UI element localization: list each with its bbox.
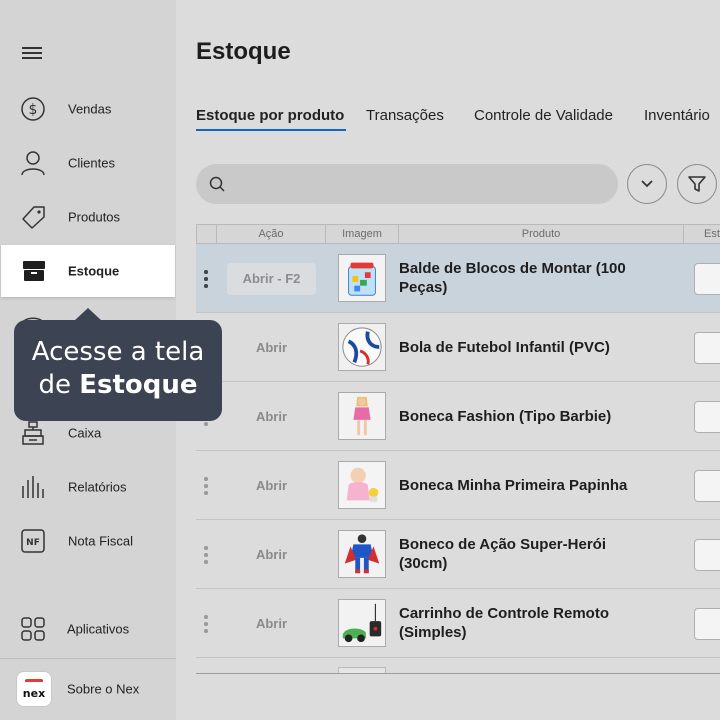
table-row[interactable]: Abrir - F2 Balde de Blocos de Montar (10…: [196, 244, 720, 313]
open-button[interactable]: Abrir: [227, 539, 316, 571]
table-bottom-border: [196, 673, 720, 674]
sidebar-item-produtos[interactable]: Produtos: [0, 190, 176, 244]
tooltip-line-2: de Estoque: [14, 369, 222, 401]
drag-handle-icon[interactable]: [203, 546, 209, 564]
product-image: [338, 461, 386, 509]
search-input[interactable]: [236, 172, 606, 196]
sidebar-item-vendas[interactable]: $ Vendas: [0, 82, 176, 136]
apps-grid-icon: [21, 617, 45, 641]
product-image: [338, 530, 386, 578]
filter-icon: [688, 176, 706, 192]
sidebar-item-label: Sobre o Nex: [67, 681, 140, 697]
dollar-icon: $: [21, 97, 45, 121]
onboarding-tooltip: Acesse a tela de Estoque: [14, 308, 222, 421]
menu-icon[interactable]: [22, 44, 44, 62]
product-image: [338, 323, 386, 371]
svg-text:$: $: [29, 102, 38, 118]
active-tab-indicator: [196, 129, 346, 131]
product-image: [338, 392, 386, 440]
filter-button[interactable]: [677, 164, 717, 204]
sidebar-item-label: Nota Fiscal: [68, 533, 134, 549]
sidebar-item-label: Vendas: [68, 101, 112, 117]
product-name[interactable]: Boneca Fashion (Tipo Barbie): [399, 382, 649, 450]
sidebar-item-label: Estoque: [68, 263, 120, 279]
open-button[interactable]: Abrir - F2: [227, 263, 316, 295]
nf-icon-text: NF: [26, 538, 40, 548]
box-icon: [23, 261, 45, 281]
cash-register-icon: [22, 421, 44, 445]
product-name[interactable]: Balde de Blocos de Montar (100 Peças): [399, 244, 649, 312]
column-header-imagem[interactable]: Imagem: [326, 225, 399, 243]
stock-field[interactable]: [694, 332, 720, 364]
sidebar-item-label: Clientes: [68, 155, 115, 171]
column-header-estoque[interactable]: Est: [684, 225, 720, 243]
open-button[interactable]: Abrir: [227, 470, 316, 502]
drag-handle-icon[interactable]: [203, 477, 209, 495]
tag-icon: [22, 206, 45, 229]
table-row[interactable]: Abrir Bola de Futebol Infantil (PVC): [196, 313, 720, 382]
product-name[interactable]: Bola de Futebol Infantil (PVC): [399, 313, 649, 381]
stock-field[interactable]: [694, 401, 720, 433]
open-button[interactable]: Abrir: [227, 608, 316, 640]
tab-controle-de-validade[interactable]: Controle de Validade: [474, 107, 613, 124]
search-bar[interactable]: [196, 164, 618, 204]
chevron-down-icon: [641, 180, 653, 188]
main-content: Estoque Estoque por produto Transações C…: [176, 0, 720, 720]
user-icon: [21, 151, 45, 176]
sidebar-item-nota-fiscal[interactable]: NF Nota Fiscal: [0, 514, 176, 568]
product-image: [338, 254, 386, 302]
tooltip-arrow: [74, 308, 102, 321]
table-row[interactable]: Abrir Boneco de Ação Super-Herói (30cm): [196, 520, 720, 589]
tab-estoque-por-produto[interactable]: Estoque por produto: [196, 107, 344, 124]
tab-transacoes[interactable]: Transações: [366, 107, 444, 124]
product-image: [338, 599, 386, 647]
page-title: Estoque: [196, 38, 291, 65]
sidebar-item-label: Aplicativos: [67, 621, 130, 637]
sidebar-item-aplicativos[interactable]: Aplicativos: [0, 602, 176, 656]
column-header-produto[interactable]: Produto: [399, 225, 684, 243]
table-row[interactable]: Abrir Carrinho de Controle Remoto (Simpl…: [196, 589, 720, 658]
column-header-drag: [197, 225, 217, 243]
sidebar-divider: [0, 658, 176, 659]
open-button[interactable]: Abrir: [227, 401, 316, 433]
drag-handle-icon[interactable]: [203, 615, 209, 633]
stock-field[interactable]: [694, 470, 720, 502]
table-row[interactable]: Abrir Boneca Fashion (Tipo Barbie): [196, 382, 720, 451]
stock-field[interactable]: [694, 263, 720, 295]
open-button[interactable]: Abrir: [227, 332, 316, 364]
tab-inventario[interactable]: Inventário: [644, 107, 710, 124]
nex-logo[interactable]: nex: [16, 671, 52, 707]
expand-button[interactable]: [627, 164, 667, 204]
sidebar-item-label: Relatórios: [68, 479, 127, 495]
column-header-acao[interactable]: Ação: [217, 225, 326, 243]
table-row[interactable]: Abrir Boneca Minha Primeira Papinha: [196, 451, 720, 520]
product-name[interactable]: Boneca Minha Primeira Papinha: [399, 451, 649, 519]
product-name[interactable]: Boneco de Ação Super-Herói (30cm): [399, 520, 649, 588]
sidebar-item-label: Produtos: [68, 209, 121, 225]
bar-chart-icon: [22, 476, 44, 498]
tooltip-line-2-bold: Estoque: [79, 370, 198, 400]
sidebar-item-clientes[interactable]: Clientes: [0, 136, 176, 190]
sidebar-item-relatorios[interactable]: Relatórios: [0, 460, 176, 514]
nex-logo-text: nex: [22, 687, 46, 700]
search-icon: [209, 176, 225, 192]
product-name[interactable]: Carrinho de Controle Remoto (Simples): [399, 589, 649, 657]
sidebar-item-estoque[interactable]: Estoque: [1, 245, 175, 297]
stock-field[interactable]: [694, 539, 720, 571]
nf-icon: NF: [21, 529, 45, 553]
table-header: Ação Imagem Produto Est: [196, 224, 720, 244]
tooltip-line-2-prefix: de: [38, 370, 80, 400]
tooltip-line-1: Acesse a tela: [31, 337, 205, 367]
stock-field[interactable]: [694, 608, 720, 640]
drag-handle-icon[interactable]: [203, 270, 209, 288]
sidebar-item-label: Caixa: [68, 425, 102, 441]
